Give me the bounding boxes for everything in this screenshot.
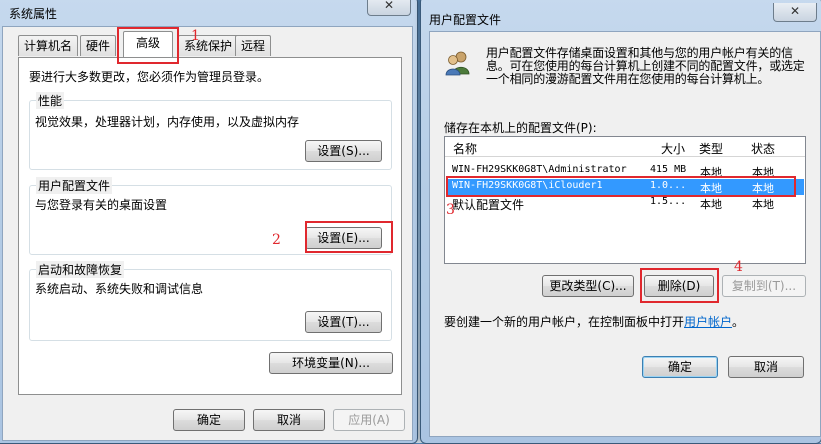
annotation-number-3: 3 <box>446 202 455 218</box>
create-account-note: 要创建一个新的用户帐户，在控制面板中打开用户帐户。 <box>444 313 744 330</box>
user-profiles-titlebar[interactable]: 用户配置文件 ✕ <box>421 0 821 27</box>
create-note-text: 要创建一个新的用户帐户，在控制面板中打开 <box>444 315 685 329</box>
performance-desc: 视觉效果，处理器计划，内存使用，以及虚拟内存 <box>35 115 300 129</box>
list-header: 名称 大小 类型 状态 <box>445 137 805 157</box>
column-size[interactable]: 大小 <box>661 140 685 157</box>
window-title: 用户配置文件 <box>429 13 502 27</box>
highlight-profile-row <box>446 176 796 197</box>
annotation-number-4: 4 <box>734 259 743 275</box>
profile-type: 本地 <box>700 198 722 211</box>
profiles-list-label: 储存在本机上的配置文件(P): <box>444 121 597 135</box>
performance-settings-button[interactable]: 设置(S)... <box>305 140 382 162</box>
startup-settings-button[interactable]: 设置(T)... <box>305 311 382 333</box>
table-row[interactable]: 默认配置文件 1.5... 本地 本地 <box>446 195 804 212</box>
startup-recovery-desc: 系统启动、系统失败和调试信息 <box>35 282 204 296</box>
profile-size: 415 MB <box>650 164 687 175</box>
performance-title: 性能 <box>36 92 65 109</box>
profile-name: 默认配置文件 <box>452 198 525 212</box>
system-properties-titlebar[interactable]: 系统属性 ✕ <box>0 0 417 27</box>
profile-name: WIN-FH29SKK0G8T\Administrator <box>452 164 627 175</box>
performance-group: 性能 视觉效果，处理器计划，内存使用，以及虚拟内存 设置(S)... <box>29 92 392 170</box>
column-status[interactable]: 状态 <box>751 140 775 157</box>
environment-variables-button[interactable]: 环境变量(N)... <box>269 352 393 374</box>
profiles-list[interactable]: 名称 大小 类型 状态 WIN-FH29SKK0G8T\Administrato… <box>444 136 806 264</box>
ok-button[interactable]: 确定 <box>173 409 245 431</box>
profile-status: 本地 <box>752 198 774 211</box>
change-type-button[interactable]: 更改类型(C)... <box>542 275 634 297</box>
user-profiles-title: 用户配置文件 <box>36 177 113 194</box>
user-accounts-link[interactable]: 用户帐户 <box>684 315 732 329</box>
annotation-number-2: 2 <box>272 232 281 248</box>
startup-recovery-group: 启动和故障恢复 系统启动、系统失败和调试信息 设置(T)... <box>29 261 392 341</box>
tab-system-protection[interactable]: 系统保护 <box>178 35 239 56</box>
highlight-user-profiles-settings <box>305 221 393 253</box>
profiles-intro-text: 用户配置文件存储桌面设置和其他与您的用户帐户有关的信息。可在您使用的每台计算机上… <box>486 46 805 86</box>
tab-advanced[interactable]: 高级 <box>123 31 173 57</box>
apply-button[interactable]: 应用(A) <box>333 409 405 431</box>
cancel-button[interactable]: 取消 <box>253 409 325 431</box>
column-type[interactable]: 类型 <box>699 140 723 157</box>
ok-button[interactable]: 确定 <box>642 356 718 378</box>
tab-hardware[interactable]: 硬件 <box>80 35 117 56</box>
users-icon <box>444 50 472 76</box>
copy-to-button[interactable]: 复制到(T)... <box>722 275 806 297</box>
highlight-delete-button <box>640 268 719 303</box>
profile-size: 1.5... <box>650 196 687 207</box>
tab-remote[interactable]: 远程 <box>235 35 272 56</box>
create-note-end: 。 <box>732 315 745 329</box>
admin-note: 要进行大多数更改，您必须作为管理员登录。 <box>29 70 270 84</box>
annotation-number-1: 1 <box>191 28 200 44</box>
close-button[interactable]: ✕ <box>773 3 817 22</box>
column-name[interactable]: 名称 <box>453 140 477 157</box>
user-profiles-desc: 与您登录有关的桌面设置 <box>35 198 168 212</box>
close-button[interactable]: ✕ <box>367 0 411 16</box>
cancel-button[interactable]: 取消 <box>728 356 804 378</box>
tab-computer-name[interactable]: 计算机名 <box>18 35 79 56</box>
startup-recovery-title: 启动和故障恢复 <box>36 261 125 278</box>
window-title: 系统属性 <box>9 7 58 21</box>
